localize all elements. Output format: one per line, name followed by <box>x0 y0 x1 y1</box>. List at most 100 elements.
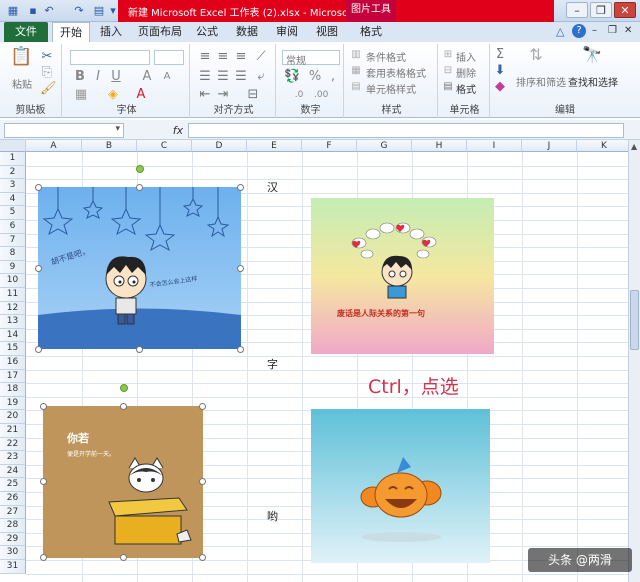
insert-cells-icon[interactable]: ⊞ <box>442 48 454 62</box>
row-header[interactable]: 7 <box>0 233 26 248</box>
picture-stars-boy[interactable]: 胡不是吧， 不会怎么会上这样 <box>38 187 241 349</box>
help-icon[interactable]: ? <box>572 24 586 38</box>
cut-icon[interactable]: ✂ <box>40 50 54 64</box>
row-header[interactable]: 9 <box>0 260 26 275</box>
row-header[interactable]: 5 <box>0 206 26 220</box>
fill-color-icon[interactable]: ◈ <box>106 88 120 102</box>
row-header[interactable]: 8 <box>0 247 26 261</box>
rotate-handle-icon[interactable] <box>120 384 128 392</box>
doc-minimize-icon[interactable]: – <box>592 25 597 36</box>
tab-formulas[interactable]: 公式 <box>190 22 224 42</box>
paste-icon[interactable]: 📋 <box>10 48 32 66</box>
picture-cat-desk[interactable]: 你若 便是开学前一天。 <box>43 406 203 558</box>
shrink-font-icon[interactable]: A <box>160 70 174 84</box>
row-header[interactable]: 19 <box>0 396 26 411</box>
tab-format[interactable]: 格式 <box>352 22 390 42</box>
cell-styles-icon[interactable]: ▤ <box>350 80 362 94</box>
scroll-up-icon[interactable]: ▲ <box>631 142 637 151</box>
tab-data[interactable]: 数据 <box>230 22 264 42</box>
save-icon[interactable]: ▪ <box>26 4 40 18</box>
sort-filter-icon[interactable]: ⇅ <box>526 47 546 63</box>
restore-button[interactable]: ❐ <box>590 2 612 18</box>
tab-home[interactable]: 开始 <box>52 22 90 42</box>
row-header[interactable]: 3 <box>0 179 26 193</box>
tab-file[interactable]: 文件 <box>4 22 48 42</box>
format-cells-icon[interactable]: ▤ <box>442 80 454 94</box>
row-header[interactable]: 20 <box>0 410 26 424</box>
number-format-combo[interactable]: 常规 <box>282 50 340 67</box>
formula-input[interactable] <box>188 123 624 138</box>
row-header[interactable]: 23 <box>0 451 26 465</box>
ribbon-collapse-icon[interactable]: △ <box>556 25 564 38</box>
cell-e28[interactable]: 哟 <box>267 508 278 524</box>
merge-center-icon[interactable]: ⊟ <box>246 88 260 102</box>
row-header[interactable]: 18 <box>0 383 26 397</box>
column-header[interactable]: D <box>192 140 247 152</box>
column-header[interactable]: F <box>302 140 357 152</box>
row-header[interactable]: 27 <box>0 505 26 520</box>
cell-styles-button[interactable]: 单元格样式 <box>366 81 416 96</box>
grow-font-icon[interactable]: A <box>140 70 154 84</box>
conditional-format-icon[interactable]: ▥ <box>350 48 362 62</box>
comma-style-icon[interactable]: , <box>326 70 340 84</box>
picture-smiley[interactable] <box>311 409 490 563</box>
conditional-format-button[interactable]: 条件格式 <box>366 49 406 64</box>
name-box[interactable]: ▾ <box>4 123 124 138</box>
row-header[interactable]: 14 <box>0 328 26 343</box>
select-all-corner[interactable] <box>0 140 26 152</box>
row-header[interactable]: 25 <box>0 478 26 492</box>
row-header[interactable]: 10 <box>0 274 26 288</box>
align-top-icon[interactable]: ≡ <box>198 50 212 64</box>
underline-icon[interactable]: U <box>110 70 122 84</box>
tab-review[interactable]: 审阅 <box>270 22 304 42</box>
column-header[interactable]: K <box>577 140 628 152</box>
vertical-scrollbar[interactable]: ▲ <box>628 140 640 582</box>
autosum-icon[interactable]: Σ <box>494 48 506 62</box>
format-cells-button[interactable]: 格式 <box>456 81 476 96</box>
rotate-handle-icon[interactable] <box>136 165 144 173</box>
copy-icon[interactable]: ⎘ <box>40 66 54 80</box>
format-as-table-button[interactable]: 套用表格格式 <box>366 65 426 80</box>
excel-app-icon[interactable]: ▦ <box>6 4 20 18</box>
row-header[interactable]: 16 <box>0 356 26 370</box>
align-bottom-icon[interactable]: ≡ <box>234 50 248 64</box>
decrease-indent-icon[interactable]: ⇤ <box>198 88 212 102</box>
cell-e3[interactable]: 汉 <box>267 179 278 195</box>
doc-close-icon[interactable]: ✕ <box>624 25 632 36</box>
column-header[interactable]: H <box>412 140 467 152</box>
borders-icon[interactable]: ▦ <box>74 88 88 102</box>
row-header[interactable]: 6 <box>0 220 26 234</box>
column-header[interactable]: C <box>137 140 192 152</box>
cell-e16[interactable]: 字 <box>267 356 278 372</box>
row-header[interactable]: 11 <box>0 288 26 302</box>
align-left-icon[interactable]: ☰ <box>198 70 212 84</box>
font-color-icon[interactable]: A <box>134 88 148 102</box>
bold-icon[interactable]: B <box>74 70 86 84</box>
row-header[interactable]: 22 <box>0 437 26 452</box>
row-header[interactable]: 30 <box>0 546 26 560</box>
row-header[interactable]: 17 <box>0 369 26 384</box>
row-header[interactable]: 31 <box>0 560 26 574</box>
format-painter-icon[interactable]: 🖌 <box>40 82 57 96</box>
font-name-combo[interactable] <box>70 50 150 65</box>
row-header[interactable]: 12 <box>0 301 26 316</box>
find-select-button[interactable]: 查找和选择 <box>568 74 618 89</box>
clear-icon[interactable]: ◆ <box>494 80 506 94</box>
column-header[interactable]: B <box>82 140 137 152</box>
column-header[interactable]: A <box>26 140 82 152</box>
tab-page-layout[interactable]: 页面布局 <box>134 22 186 42</box>
column-header[interactable]: E <box>247 140 302 152</box>
row-header[interactable]: 13 <box>0 315 26 329</box>
doc-restore-icon[interactable]: ❐ <box>608 25 617 36</box>
row-header[interactable]: 15 <box>0 342 26 356</box>
undo-icon[interactable]: ↶ <box>42 4 56 18</box>
row-header[interactable]: 26 <box>0 492 26 506</box>
currency-icon[interactable]: 💱 <box>284 70 300 84</box>
paste-button-label[interactable]: 粘贴 <box>12 76 32 91</box>
close-button[interactable]: ✕ <box>614 2 636 18</box>
wrap-text-icon[interactable]: ⤶ <box>254 70 268 84</box>
italic-icon[interactable]: I <box>92 70 104 84</box>
increase-decimal-icon[interactable]: .0 <box>292 88 306 102</box>
sort-filter-button[interactable]: 排序和筛选 <box>516 74 566 89</box>
redo-icon[interactable]: ↷ <box>72 4 86 18</box>
